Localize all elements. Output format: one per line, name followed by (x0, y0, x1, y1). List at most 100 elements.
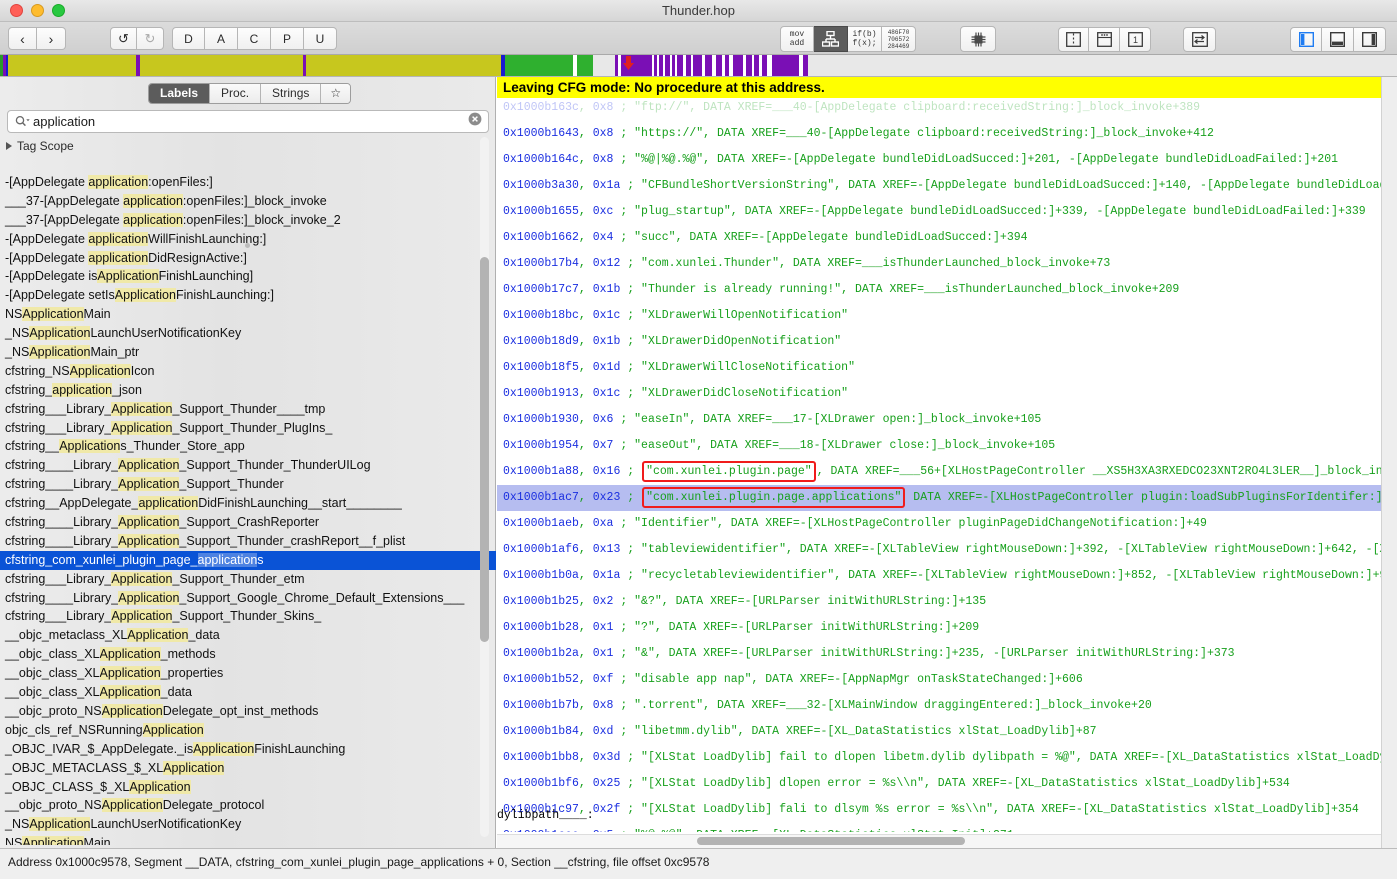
disassembly-hscrollbar-track[interactable] (497, 834, 1381, 848)
list-item[interactable]: _NSApplicationMain_ptr (0, 343, 496, 362)
cfg-graph-view-button[interactable] (814, 26, 848, 52)
disassembly-row[interactable]: 0x1000b163c, 0x8 ; "ftp://", DATA XREF=_… (497, 95, 1381, 121)
list-item[interactable]: _OBJC_METACLASS_$_XLApplication (0, 759, 496, 778)
list-item[interactable]: ___37-[AppDelegate application:openFiles… (0, 192, 496, 211)
list-item[interactable]: NSApplicationMain (0, 305, 496, 324)
disassembly-row[interactable]: 0x1000b1cee, 0x5 ; "%@.%@", DATA XREF=-[… (497, 823, 1381, 832)
list-item[interactable]: __objc_metaclass_XLApplication_data (0, 626, 496, 645)
sync-scroll-button[interactable] (1183, 27, 1216, 52)
disassembly-row[interactable]: 0x1000b1ac7, 0x23 ; "com.xunlei.plugin.p… (497, 485, 1381, 511)
right-pane-toggle[interactable] (1354, 27, 1386, 52)
split-vertical-button[interactable] (1058, 27, 1089, 52)
back-button[interactable]: ‹ (8, 27, 37, 50)
list-item[interactable]: __objc_proto_NSApplicationDelegate_opt_i… (0, 702, 496, 721)
pseudocode-view-button[interactable]: if(b) f(x); (848, 26, 882, 52)
disassembly-hscrollbar-thumb[interactable] (697, 837, 965, 845)
disassembly-row[interactable]: 0x1000b1b25, 0x2 ; "&?", DATA XREF=-[URL… (497, 589, 1381, 615)
ascii-mode-button[interactable]: A (205, 27, 238, 50)
disassembly-row[interactable]: 0x1000b18d9, 0x1b ; "XLDrawerDidOpenNoti… (497, 329, 1381, 355)
disassembly-row[interactable]: 0x1000b18f5, 0x1d ; "XLDrawerWillCloseNo… (497, 355, 1381, 381)
disassembly-row[interactable]: 0x1000b18bc, 0x1c ; "XLDrawerWillOpenNot… (497, 303, 1381, 329)
disassembly-row[interactable]: 0x1000b1643, 0x8 ; "https://", DATA XREF… (497, 121, 1381, 147)
disassembly-row[interactable]: 0x1000b1b28, 0x1 ; "?", DATA XREF=-[URLP… (497, 615, 1381, 641)
cpu-mode-button[interactable] (960, 26, 996, 52)
list-item[interactable]: cfstring____Library_Application_Support_… (0, 513, 496, 532)
disassembly-row[interactable]: 0x1000b1aeb, 0xa ; "Identifier", DATA XR… (497, 511, 1381, 537)
list-item[interactable]: cfstring__AppDelegate_applicationDidFini… (0, 494, 496, 513)
list-item[interactable]: cfstring___Library_Application_Support_T… (0, 419, 496, 438)
disassembly-row[interactable]: 0x1000b1b7b, 0x8 ; ".torrent", DATA XREF… (497, 693, 1381, 719)
list-item[interactable]: -[AppDelegate applicationDidResignActive… (0, 249, 496, 268)
disassembly-row[interactable]: 0x1000b3a30, 0x1a ; "CFBundleShortVersio… (497, 173, 1381, 199)
list-item[interactable]: cfstring___Library_Application_Support_T… (0, 570, 496, 589)
list-item[interactable]: cfstring_NSApplicationIcon (0, 362, 496, 381)
clear-search-icon[interactable] (468, 112, 482, 131)
disassembly-row[interactable]: 0x1000b1913, 0x1c ; "XLDrawerDidCloseNot… (497, 381, 1381, 407)
disassembly-row[interactable]: 0x1000b1b84, 0xd ; "libetmm.dylib", DATA… (497, 719, 1381, 745)
disassembly-row[interactable]: 0x1000b17c7, 0x1b ; "Thunder is already … (497, 277, 1381, 303)
list-item[interactable]: -[AppDelegate application:openFiles:] (0, 173, 496, 192)
redo-icon[interactable]: ↻ (137, 27, 164, 50)
disassembly-row[interactable]: 0x1000b17b4, 0x12 ; "com.xunlei.Thunder"… (497, 251, 1381, 277)
list-item[interactable]: cfstring____Library_Application_Support_… (0, 475, 496, 494)
list-item[interactable]: ___37-[AppDelegate application:openFiles… (0, 211, 496, 230)
list-item[interactable]: cfstring____Library_Application_Support_… (0, 532, 496, 551)
data-mode-button[interactable]: D (172, 27, 205, 50)
list-item[interactable]: cfstring_com_xunlei_plugin_page_applicat… (0, 550, 496, 570)
disassembly-row[interactable]: 0x1000b1b52, 0xf ; "disable app nap", DA… (497, 667, 1381, 693)
tag-scope-disclosure[interactable]: Tag Scope (6, 139, 74, 153)
disassembly-row[interactable]: 0x1000b1a88, 0x16 ; "com.xunlei.plugin.p… (497, 459, 1381, 485)
disassembly-row[interactable]: 0x1000b1662, 0x4 ; "succ", DATA XREF=-[A… (497, 225, 1381, 251)
disassembly-row[interactable]: 0x1000b164c, 0x8 ; "%@|%@.%@", DATA XREF… (497, 147, 1381, 173)
tab-labels[interactable]: Labels (149, 84, 211, 103)
tab-favorites[interactable]: ☆ (321, 84, 351, 103)
disassembly-row[interactable]: 0x1000b1930, 0x6 ; "easeIn", DATA XREF=_… (497, 407, 1381, 433)
list-item[interactable]: _OBJC_IVAR_$_AppDelegate._isApplicationF… (0, 740, 496, 759)
code-mode-button[interactable]: C (238, 27, 271, 50)
list-item[interactable]: cfstring__Applications_Thunder_Store_app (0, 437, 496, 456)
search-input[interactable]: application (33, 114, 468, 129)
list-item[interactable]: cfstring____Library_Application_Support_… (0, 589, 496, 608)
list-item[interactable]: cfstring___Library_Application_Support_T… (0, 607, 496, 626)
disassembly-listing[interactable]: 0x1000b163c, 0x8 ; "ftp://", DATA XREF=_… (497, 95, 1381, 832)
assembly-view-button[interactable]: mov add (780, 26, 814, 52)
list-item[interactable]: __objc_proto_NSApplicationDelegate_proto… (0, 796, 496, 815)
left-pane-toggle[interactable] (1290, 27, 1322, 52)
disassembly-row[interactable]: 0x1000b1c97, 0x2f ; "[XLStat LoadDylib] … (497, 797, 1381, 823)
split-dotted-button[interactable] (1089, 27, 1120, 52)
list-item[interactable]: _OBJC_CLASS_$_XLApplication (0, 778, 496, 797)
address-navigator-strip[interactable] (0, 55, 1397, 77)
single-page-button[interactable]: 1 (1120, 27, 1151, 52)
undefine-mode-button[interactable]: U (304, 27, 337, 50)
list-item[interactable]: _NSApplicationLaunchUserNotificationKey (0, 324, 496, 343)
disassembly-row[interactable]: 0x1000b1b0a, 0x1a ; "recycletableviewide… (497, 563, 1381, 589)
disassembly-row[interactable]: 0x1000b1b2a, 0x1 ; "&", DATA XREF=-[URLP… (497, 641, 1381, 667)
list-item[interactable]: __objc_class_XLApplication_properties (0, 664, 496, 683)
search-icon[interactable] (15, 115, 30, 128)
tab-proc[interactable]: Proc. (210, 84, 262, 103)
list-item[interactable]: -[AppDelegate setIsApplicationFinishLaun… (0, 286, 496, 305)
disassembly-row[interactable]: 0x1000b1af6, 0x13 ; "tableviewidentifier… (497, 537, 1381, 563)
disassembly-row[interactable]: 0x1000b1bf6, 0x25 ; "[XLStat LoadDylib] … (497, 771, 1381, 797)
disassembly-row[interactable]: 0x1000b1655, 0xc ; "plug_startup", DATA … (497, 199, 1381, 225)
disassembly-row[interactable]: 0x1000b1bb8, 0x3d ; "[XLStat LoadDylib] … (497, 745, 1381, 771)
tab-strings[interactable]: Strings (261, 84, 322, 103)
bottom-pane-toggle[interactable] (1322, 27, 1354, 52)
hex-view-button[interactable]: 486F70 706572 284469 (882, 26, 916, 52)
list-item[interactable]: -[AppDelegate isApplicationFinishLaunchi… (0, 267, 496, 286)
search-field[interactable]: application (7, 110, 489, 133)
list-item[interactable]: -[AppDelegate applicationWillFinishLaunc… (0, 230, 496, 249)
list-item[interactable]: cfstring____Library_Application_Support_… (0, 456, 496, 475)
label-list[interactable]: -[AppDelegate application:openFiles:] ___… (0, 173, 496, 845)
sidebar-scrollbar-thumb[interactable] (480, 257, 489, 642)
forward-button[interactable]: › (37, 27, 66, 50)
disassembly-row[interactable]: 0x1000b1954, 0x7 ; "easeOut", DATA XREF=… (497, 433, 1381, 459)
undo-icon[interactable]: ↺ (110, 27, 137, 50)
procedure-mode-button[interactable]: P (271, 27, 304, 50)
list-item[interactable]: NSApplicationMain (0, 834, 496, 845)
list-item[interactable]: cfstring___Library_Application_Support_T… (0, 400, 496, 419)
list-item[interactable]: _NSApplicationLaunchUserNotificationKey (0, 815, 496, 834)
list-item[interactable]: __objc_class_XLApplication_methods (0, 645, 496, 664)
list-item[interactable]: __objc_class_XLApplication_data (0, 683, 496, 702)
list-item[interactable]: cfstring_application_json (0, 381, 496, 400)
